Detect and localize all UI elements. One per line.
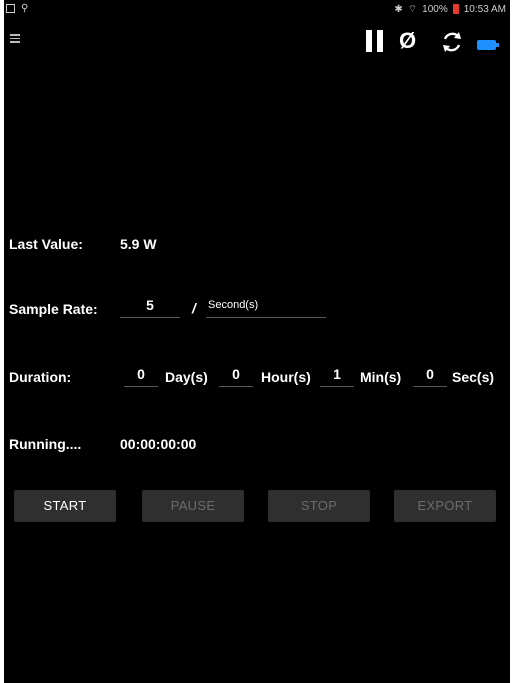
notification-icon — [6, 4, 15, 13]
running-status-label: Running.... — [9, 436, 82, 452]
sample-rate-label: Sample Rate: — [9, 301, 98, 317]
pause-button[interactable]: PAUSE — [142, 490, 244, 522]
duration-label: Duration: — [9, 369, 72, 385]
last-value-row: Last Value: 5.9 W — [9, 232, 509, 262]
start-button[interactable]: START — [14, 490, 116, 522]
elapsed-time: 00:00:00:00 — [120, 436, 197, 452]
battery-low-icon — [452, 4, 459, 14]
running-row: Running.... 00:00:00:00 — [9, 432, 509, 462]
duration-hours-input[interactable]: 0 — [219, 364, 253, 387]
export-button[interactable]: EXPORT — [394, 490, 496, 522]
sample-rate-input[interactable]: 5 — [120, 295, 180, 318]
duration-secs-unit: Sec(s) — [452, 369, 495, 385]
last-value-reading: 5.9 W — [120, 236, 157, 252]
battery-percent: 100% — [422, 3, 448, 15]
sample-rate-row: Sample Rate: 5 / Second(s) — [9, 295, 509, 325]
duration-secs-input[interactable]: 0 — [413, 364, 447, 387]
last-value-label: Last Value: — [9, 236, 83, 252]
stop-button[interactable]: STOP — [268, 490, 370, 522]
wifi-icon: ⌔ — [407, 3, 418, 15]
null-icon[interactable]: Ø — [399, 29, 416, 53]
bluetooth-icon: ✱ — [394, 3, 403, 15]
refresh-icon[interactable] — [440, 30, 464, 54]
sample-rate-unit-select[interactable]: Second(s) — [206, 295, 326, 318]
duration-mins-input[interactable]: 1 — [320, 364, 354, 387]
duration-days-input[interactable]: 0 — [124, 364, 158, 387]
duration-days-unit: Day(s) — [165, 369, 208, 385]
app-screen: ⚲ ✱ ⌔ 100% 10:53 AM Ø Last Value: 5.9 W … — [4, 0, 510, 683]
toolbar: Ø — [4, 20, 510, 64]
usb-icon: ⚲ — [21, 3, 29, 14]
clock: 10:53 AM — [463, 3, 506, 15]
status-bar: ⚲ ✱ ⌔ 100% 10:53 AM — [4, 0, 510, 18]
sample-rate-separator: / — [192, 300, 196, 316]
duration-row: Duration: 0 Day(s) 0 Hour(s) 1 Min(s) 0 … — [9, 364, 509, 394]
pause-icon[interactable] — [366, 30, 384, 52]
duration-mins-unit: Min(s) — [360, 369, 402, 385]
duration-hours-unit: Hour(s) — [261, 369, 311, 385]
menu-icon[interactable] — [10, 34, 20, 43]
battery-icon[interactable] — [477, 37, 499, 50]
